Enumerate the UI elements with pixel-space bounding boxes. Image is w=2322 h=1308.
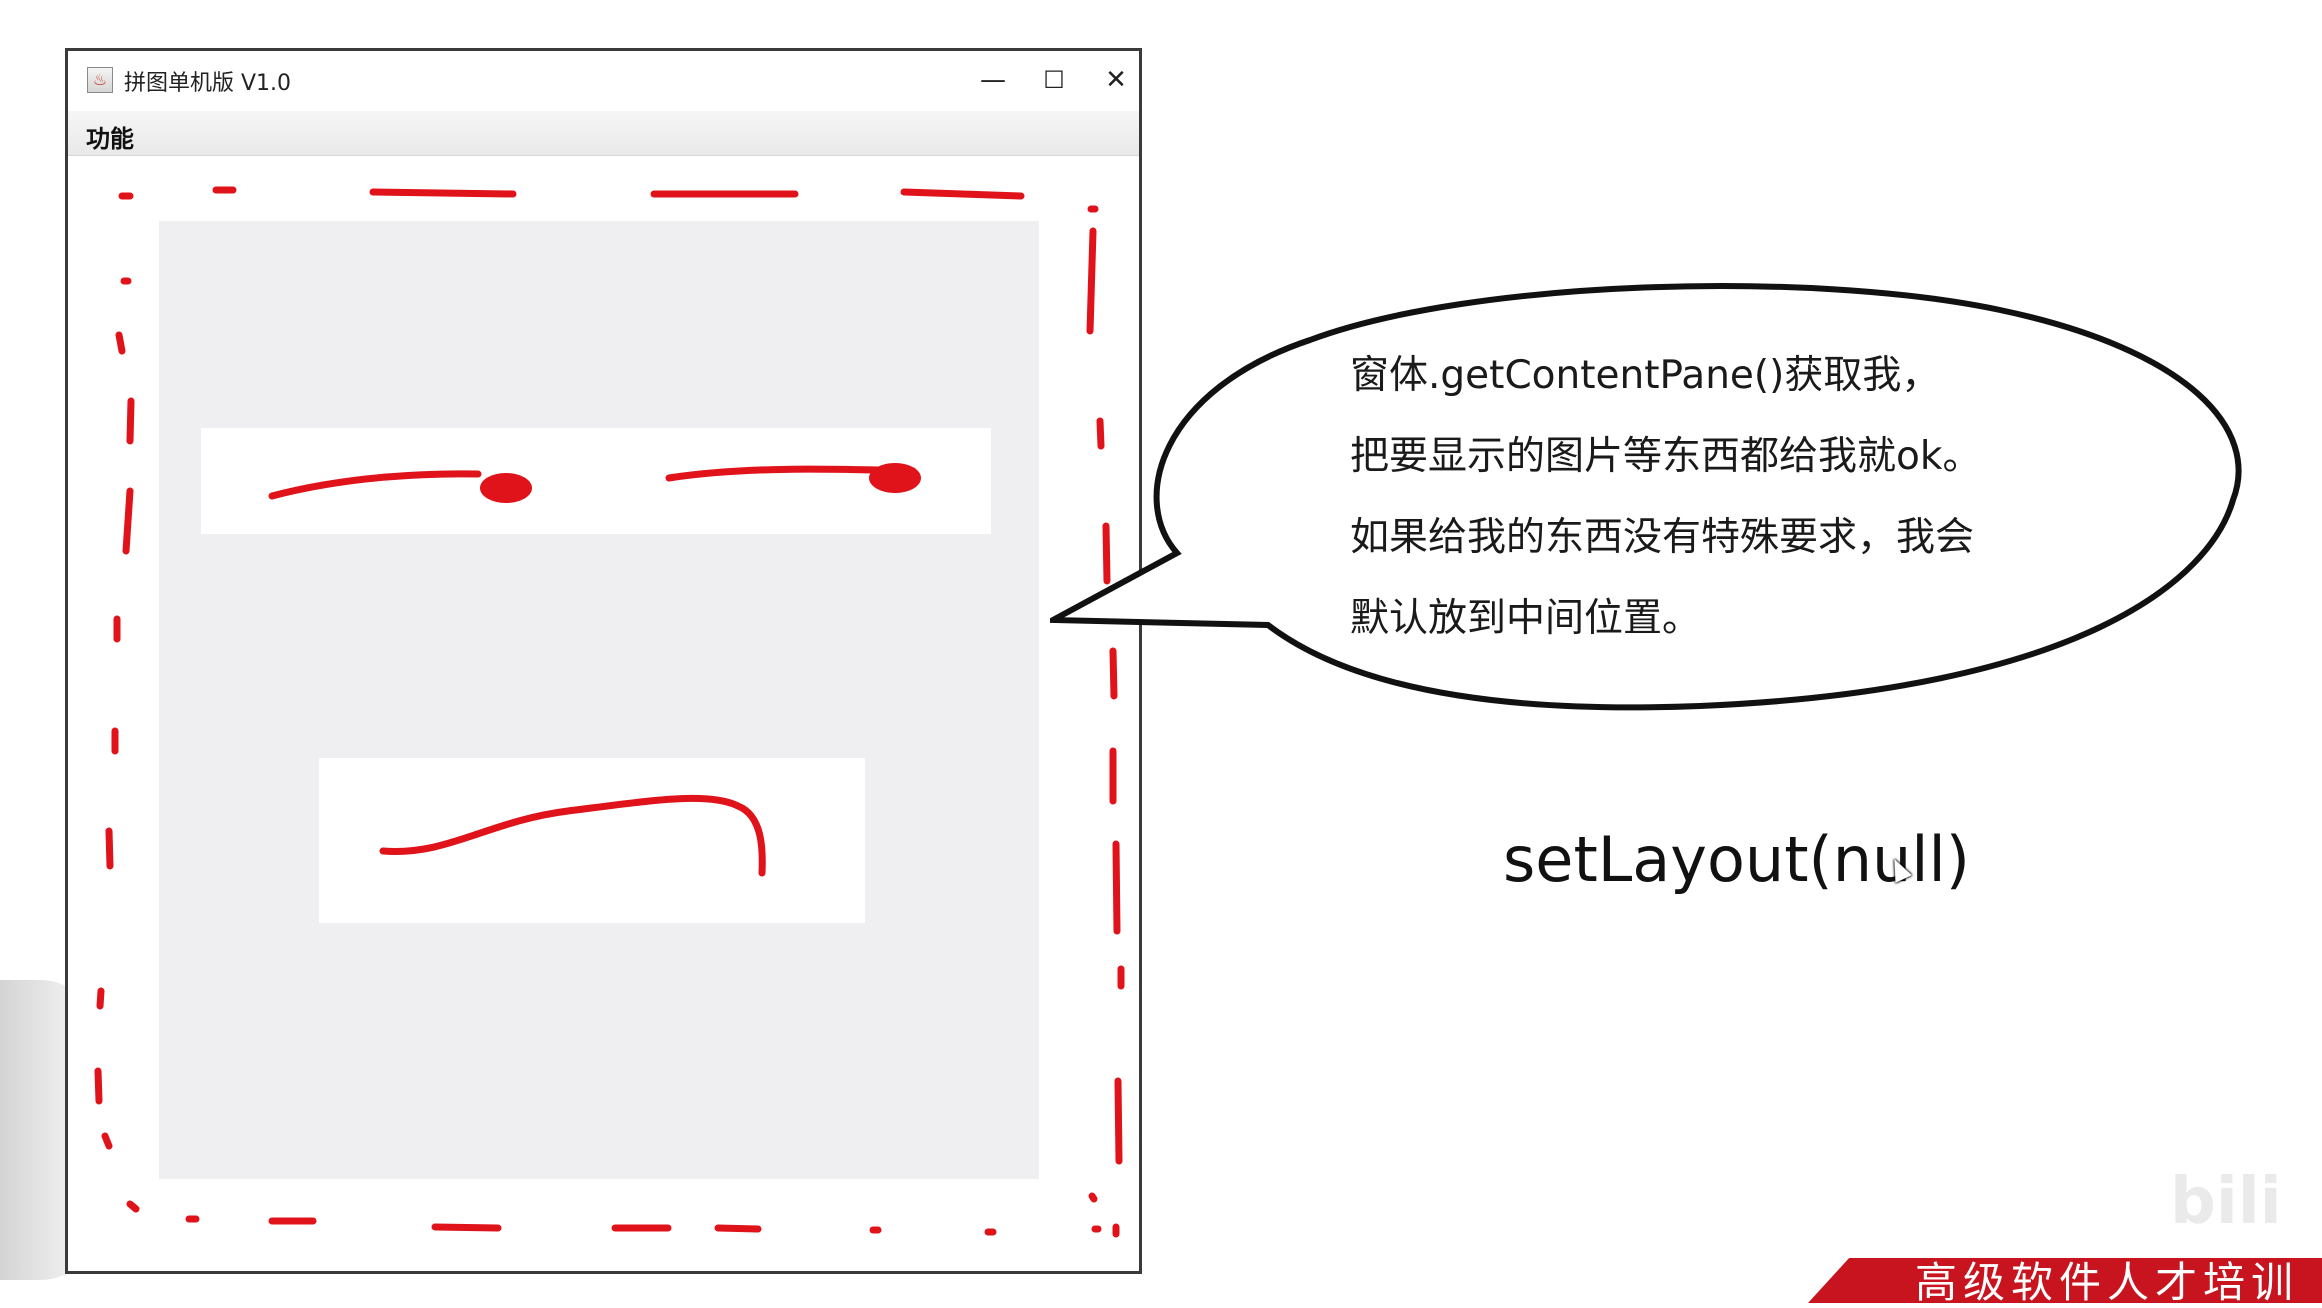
brand-banner-text: 高级软件人才培训 bbox=[1915, 1258, 2300, 1307]
java-app-icon: ♨ bbox=[87, 67, 113, 93]
bubble-line: 默认放到中间位置。 bbox=[1350, 596, 1702, 641]
app-window: ♨ 拼图单机版 V1.0 — ☐ ✕ 功能 bbox=[65, 48, 1142, 1274]
bubble-line: 如果给我的东西没有特殊要求，我会 bbox=[1350, 515, 1975, 560]
maximize-button[interactable]: ☐ bbox=[1024, 57, 1084, 103]
bilibili-watermark: bili bbox=[2170, 1165, 2282, 1239]
menu-function[interactable]: 功能 bbox=[86, 119, 134, 154]
menu-bar: 功能 bbox=[68, 111, 1139, 156]
window-title: 拼图单机版 V1.0 bbox=[124, 71, 292, 96]
title-bar[interactable]: ♨ 拼图单机版 V1.0 — ☐ ✕ bbox=[68, 51, 1139, 111]
image-label-top bbox=[201, 428, 991, 534]
bubble-line: 窗体.getContentPane()获取我， bbox=[1350, 353, 1941, 398]
content-pane bbox=[159, 221, 1039, 1179]
bubble-line: 把要显示的图片等东西都给我就ok。 bbox=[1350, 434, 1982, 479]
image-label-bottom bbox=[319, 758, 865, 923]
minimize-button[interactable]: — bbox=[963, 57, 1023, 103]
close-button[interactable]: ✕ bbox=[1086, 57, 1146, 103]
bubble-text: 窗体.getContentPane()获取我， 把要显示的图片等东西都给我就ok… bbox=[1350, 335, 2150, 659]
